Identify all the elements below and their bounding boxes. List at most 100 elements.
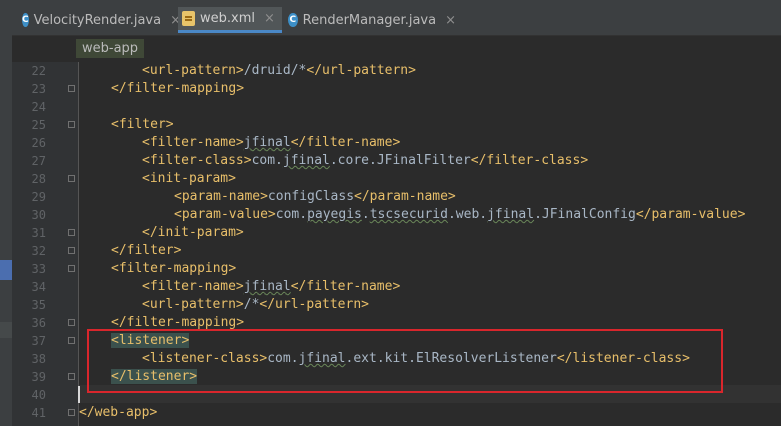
code-line-36: </filter-mapping> (111, 314, 244, 332)
code-line-27: <filter-class>com.jfinal.core.JFinalFilt… (142, 152, 588, 170)
xml-tag: <filter-mapping> (111, 261, 237, 276)
xml-tag: <init-param> (142, 171, 236, 186)
line-gutter[interactable]: 22 23 24 25 26 27 28 29 30 31 32 33 34 3… (12, 62, 79, 426)
java-class-icon: C (288, 13, 298, 27)
xml-text: . (361, 207, 370, 222)
fold-marker-icon[interactable] (68, 229, 75, 236)
fold-marker-icon[interactable] (68, 175, 75, 182)
xml-text: payegis (307, 207, 362, 222)
xml-tag: <filter-name> (142, 135, 244, 150)
xml-text: com. (251, 153, 283, 168)
line-number: 23 (31, 82, 46, 96)
line-number: 39 (31, 370, 46, 384)
xml-text: .web. (447, 207, 488, 222)
xml-tag: <filter-name> (142, 279, 244, 294)
xml-tag: <filter> (111, 117, 174, 132)
line-number: 37 (31, 334, 46, 348)
line-number: 29 (31, 190, 46, 204)
breadcrumb-item-web-app[interactable]: web-app (76, 39, 145, 58)
xml-tag: </url-pattern> (259, 297, 369, 312)
line-number: 26 (31, 136, 46, 150)
code-line-37: <listener> (111, 332, 190, 350)
code-line-32: </filter> (111, 242, 181, 260)
breadcrumb: web-app (12, 36, 781, 62)
xml-text: jfinal (487, 207, 535, 222)
xml-tag: </listener-class> (556, 351, 690, 366)
xml-tag: </web-app> (79, 405, 158, 420)
code-line-22: <url-pattern>/druid/*</url-pattern> (142, 62, 416, 80)
xml-text: .ext.kit.ElResolverListener (345, 351, 557, 366)
fold-marker-icon[interactable] (68, 121, 75, 128)
xml-tag: </url-pattern> (306, 63, 416, 78)
xml-tag: </filter-mapping> (111, 315, 245, 330)
scroll-marker (0, 322, 12, 338)
close-icon[interactable]: × (264, 11, 275, 26)
xml-text: tscsecurid (369, 207, 448, 222)
xml-tag: <listener-class> (142, 351, 268, 366)
line-number: 25 (31, 118, 46, 132)
xml-tag: <filter-class> (142, 153, 252, 168)
xml-tag: </filter-mapping> (111, 81, 245, 96)
line-number: 24 (31, 100, 46, 114)
code-line-35: <url-pattern>/*</url-pattern> (142, 296, 369, 314)
project-panel-edge (0, 0, 12, 426)
xml-text: /* (243, 297, 260, 312)
line-number: 30 (31, 208, 46, 222)
fold-marker-icon[interactable] (68, 409, 75, 416)
xml-tag: </listener> (111, 369, 198, 384)
close-icon[interactable]: × (445, 13, 456, 28)
xml-text: configClass (267, 189, 355, 204)
xml-tag: <param-name> (174, 189, 268, 204)
line-number: 32 (31, 244, 46, 258)
line-number: 34 (31, 280, 46, 294)
xml-tag: <url-pattern> (142, 63, 244, 78)
line-number: 33 (31, 262, 46, 276)
line-number: 27 (31, 154, 46, 168)
code-line-23: </filter-mapping> (111, 80, 244, 98)
fold-marker-icon[interactable] (68, 319, 75, 326)
code-line-28: <init-param> (142, 170, 236, 188)
code-line-25: <filter> (111, 116, 174, 134)
line-number: 41 (31, 406, 46, 420)
code-line-38: <listener-class>com.jfinal.ext.kit.ElRes… (142, 350, 690, 368)
code-line-30: <param-value>com.payegis.tscsecurid.web.… (174, 206, 745, 224)
xml-tag: <param-value> (174, 207, 276, 222)
code-editor[interactable]: <url-pattern>/druid/*</url-pattern> </fi… (78, 62, 781, 426)
editor-tab-bar: C VelocityRender.java × web.xml × C Rend… (12, 0, 781, 36)
line-number: 28 (31, 172, 46, 186)
line-number: 31 (31, 226, 46, 240)
code-line-41: </web-app> (79, 404, 157, 422)
tab-label: web.xml (200, 11, 255, 26)
line-number: 35 (31, 298, 46, 312)
tab-velocity-render[interactable]: C VelocityRender.java × (18, 7, 181, 33)
tab-render-manager[interactable]: C RenderManager.java × (284, 7, 456, 33)
fold-marker-icon[interactable] (68, 337, 75, 344)
xml-tag: <url-pattern> (142, 297, 244, 312)
code-line-39: </listener> (111, 368, 198, 386)
line-number: 40 (31, 388, 46, 402)
tab-web-xml[interactable]: web.xml × (178, 7, 282, 33)
xml-text: jfinal (243, 279, 291, 294)
fold-marker-icon[interactable] (68, 373, 75, 380)
code-line-31: </init-param> (142, 224, 244, 242)
xml-text: jfinal (243, 135, 291, 150)
xml-text: .core.JFinalFilter (329, 153, 471, 168)
xml-tag: </init-param> (142, 225, 244, 240)
code-line-26: <filter-name>jfinal</filter-name> (142, 134, 400, 152)
code-line-34: <filter-name>jfinal</filter-name> (142, 278, 400, 296)
xml-text: .JFinalConfig (534, 207, 636, 222)
fold-marker-icon[interactable] (68, 85, 75, 92)
tab-label: RenderManager.java (302, 12, 437, 28)
xml-text: jfinal (282, 153, 330, 168)
xml-tag: </filter-name> (290, 135, 401, 150)
tab-label: VelocityRender.java (33, 12, 162, 28)
fold-marker-icon[interactable] (68, 247, 75, 254)
line-number: 22 (31, 64, 46, 78)
code-line-29: <param-name>configClass</param-name> (174, 188, 456, 206)
xml-tag: <listener> (111, 333, 190, 348)
fold-marker-icon[interactable] (68, 265, 75, 272)
xml-tag: </param-name> (354, 189, 456, 204)
code-line-33: <filter-mapping> (111, 260, 236, 278)
current-line-highlight (79, 385, 781, 403)
xml-tag: </param-value> (635, 207, 746, 222)
